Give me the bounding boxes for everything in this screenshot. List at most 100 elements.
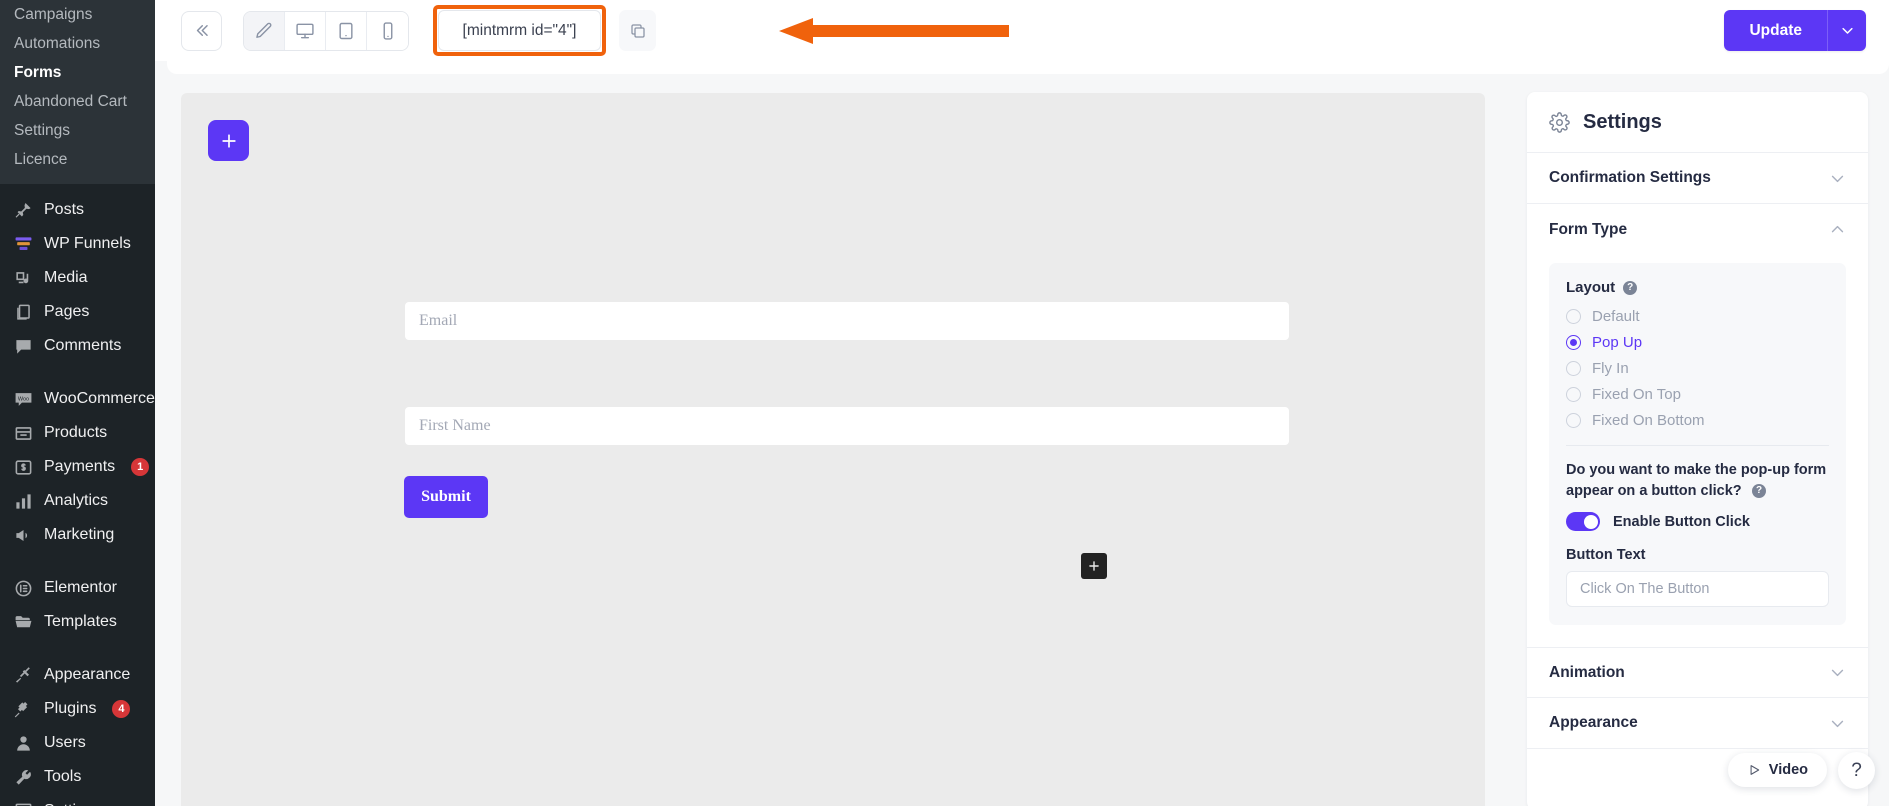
radio-icon bbox=[1566, 360, 1581, 376]
funnel-icon bbox=[13, 234, 33, 254]
elementor-icon bbox=[13, 578, 33, 598]
layout-option-pop-up[interactable]: Pop Up bbox=[1566, 329, 1829, 355]
enable-button-click-toggle[interactable] bbox=[1566, 512, 1600, 532]
payments-icon bbox=[13, 457, 33, 477]
sidebar-group-commerce: Woo WooCommerce Products Payments 1 Anal… bbox=[0, 373, 155, 561]
mobile-icon bbox=[378, 21, 398, 41]
sidebar-item-media[interactable]: Media bbox=[0, 261, 155, 295]
edit-mode-button[interactable] bbox=[244, 11, 285, 50]
sidebar-item-marketing[interactable]: Marketing bbox=[0, 518, 155, 552]
edit-pencil-icon bbox=[254, 21, 274, 41]
sidebar-subitem-settings[interactable]: Settings bbox=[0, 116, 155, 145]
help-icon[interactable]: ? bbox=[1623, 280, 1638, 295]
sidebar-item-label: Tools bbox=[44, 768, 82, 785]
accordion-label: Form Type bbox=[1549, 220, 1628, 238]
layout-label: Layout bbox=[1566, 279, 1616, 296]
chevron-down-icon bbox=[1829, 170, 1846, 187]
pages-icon bbox=[13, 302, 33, 322]
layout-option-label: Fixed On Top bbox=[1592, 385, 1681, 403]
sidebar-item-label: Media bbox=[44, 269, 88, 286]
sidebar-subitem-label: Licence bbox=[14, 151, 68, 168]
sidebar-subitem-abandoned-cart[interactable]: Abandoned Cart bbox=[0, 87, 155, 116]
radio-icon-selected bbox=[1566, 334, 1581, 350]
woo-icon: Woo bbox=[13, 389, 33, 409]
add-block-button-bottom[interactable] bbox=[1081, 553, 1107, 579]
sidebar-item-elementor[interactable]: Elementor bbox=[0, 571, 155, 605]
accordion-form-type[interactable]: Form Type bbox=[1527, 204, 1868, 255]
sidebar-item-templates[interactable]: Templates bbox=[0, 605, 155, 639]
marketing-icon bbox=[13, 525, 33, 545]
shortcode-field[interactable]: [mintmrm id="4"] bbox=[438, 10, 601, 51]
settings-panel-title: Settings bbox=[1583, 110, 1662, 133]
sidebar-item-label: Templates bbox=[44, 613, 117, 630]
sidebar-item-label: Products bbox=[44, 424, 108, 441]
svg-text:Woo: Woo bbox=[17, 396, 28, 402]
tools-icon bbox=[13, 767, 33, 787]
button-text-input[interactable]: Click On The Button bbox=[1566, 571, 1829, 608]
sidebar-item-tools[interactable]: Tools bbox=[0, 760, 155, 794]
layout-option-fixed-on-top[interactable]: Fixed On Top bbox=[1566, 381, 1829, 407]
layout-option-fly-in[interactable]: Fly In bbox=[1566, 355, 1829, 381]
sidebar-item-analytics[interactable]: Analytics bbox=[0, 484, 155, 518]
sidebar-item-label: Settings bbox=[44, 802, 102, 806]
button-text-placeholder: Click On The Button bbox=[1580, 581, 1710, 598]
sidebar-item-posts[interactable]: Posts bbox=[0, 193, 155, 227]
submit-button-label: Submit bbox=[421, 488, 471, 505]
sidebar-item-label: Appearance bbox=[44, 666, 131, 683]
sidebar-subitem-licence[interactable]: Licence bbox=[0, 145, 155, 174]
update-dropdown-button[interactable] bbox=[1827, 10, 1866, 51]
device-preview-group bbox=[243, 10, 409, 51]
appearance-icon bbox=[13, 665, 33, 685]
update-button-label: Update bbox=[1749, 21, 1802, 39]
first-name-field[interactable]: First Name bbox=[405, 407, 1289, 445]
update-button-group: Update bbox=[1724, 10, 1866, 51]
accordion-confirmation-settings[interactable]: Confirmation Settings bbox=[1527, 153, 1868, 204]
accordion-appearance[interactable]: Appearance bbox=[1527, 698, 1868, 750]
sidebar-item-users[interactable]: Users bbox=[0, 726, 155, 760]
layout-option-default[interactable]: Default bbox=[1566, 303, 1829, 329]
sidebar-subitem-campaigns[interactable]: Campaigns bbox=[0, 0, 155, 29]
sidebar-item-appearance[interactable]: Appearance bbox=[0, 658, 155, 692]
help-floating-button[interactable]: ? bbox=[1838, 752, 1875, 789]
sidebar-item-woocommerce[interactable]: Woo WooCommerce bbox=[0, 382, 155, 416]
sidebar-item-comments[interactable]: Comments bbox=[0, 329, 155, 363]
sidebar-item-pages[interactable]: Pages bbox=[0, 295, 155, 329]
add-block-button-top[interactable] bbox=[208, 120, 249, 161]
chevron-down-icon bbox=[1840, 23, 1855, 38]
layout-option-label: Fixed On Bottom bbox=[1592, 411, 1705, 429]
plugins-icon bbox=[13, 699, 33, 719]
submit-button[interactable]: Submit bbox=[404, 476, 488, 518]
video-help-button[interactable]: Video bbox=[1727, 753, 1827, 787]
users-icon bbox=[13, 733, 33, 753]
sidebar-subitem-automations[interactable]: Automations bbox=[0, 29, 155, 58]
sidebar-item-payments[interactable]: Payments 1 bbox=[0, 450, 155, 484]
mobile-preview-button[interactable] bbox=[367, 11, 408, 50]
sidebar-badge-plugins: 4 bbox=[112, 700, 131, 718]
sidebar-badge-payments: 1 bbox=[131, 458, 150, 476]
sidebar-subitem-label: Campaigns bbox=[14, 6, 93, 23]
plus-icon bbox=[1087, 559, 1101, 573]
sidebar-item-products[interactable]: Products bbox=[0, 416, 155, 450]
settings-icon bbox=[13, 801, 33, 806]
help-icon[interactable]: ? bbox=[1752, 483, 1767, 498]
layout-option-fixed-on-bottom[interactable]: Fixed On Bottom bbox=[1566, 407, 1829, 433]
plugin-submenu: Campaigns Automations Forms Abandoned Ca… bbox=[0, 0, 155, 184]
desktop-preview-button[interactable] bbox=[285, 11, 326, 50]
sidebar-item-label: Plugins bbox=[44, 700, 97, 717]
sidebar-item-label: Comments bbox=[44, 337, 122, 354]
sidebar-item-settings[interactable]: Settings bbox=[0, 794, 155, 806]
copy-shortcode-button[interactable] bbox=[619, 10, 656, 51]
update-button[interactable]: Update bbox=[1724, 10, 1827, 51]
sidebar-item-plugins[interactable]: Plugins 4 bbox=[0, 692, 155, 726]
sidebar-subitem-forms[interactable]: Forms bbox=[0, 58, 155, 87]
collapse-sidebar-button[interactable] bbox=[181, 10, 222, 51]
plus-icon bbox=[219, 131, 239, 151]
layout-option-label: Fly In bbox=[1592, 359, 1629, 377]
sidebar-group-content: Posts WP Funnels Media Pages Comments bbox=[0, 184, 155, 372]
sidebar-item-wp-funnels[interactable]: WP Funnels bbox=[0, 227, 155, 261]
email-field[interactable]: Email bbox=[405, 302, 1289, 340]
tablet-preview-button[interactable] bbox=[326, 11, 367, 50]
first-name-field-placeholder: First Name bbox=[419, 417, 491, 434]
card-divider bbox=[1566, 445, 1829, 446]
accordion-animation[interactable]: Animation bbox=[1527, 647, 1868, 699]
